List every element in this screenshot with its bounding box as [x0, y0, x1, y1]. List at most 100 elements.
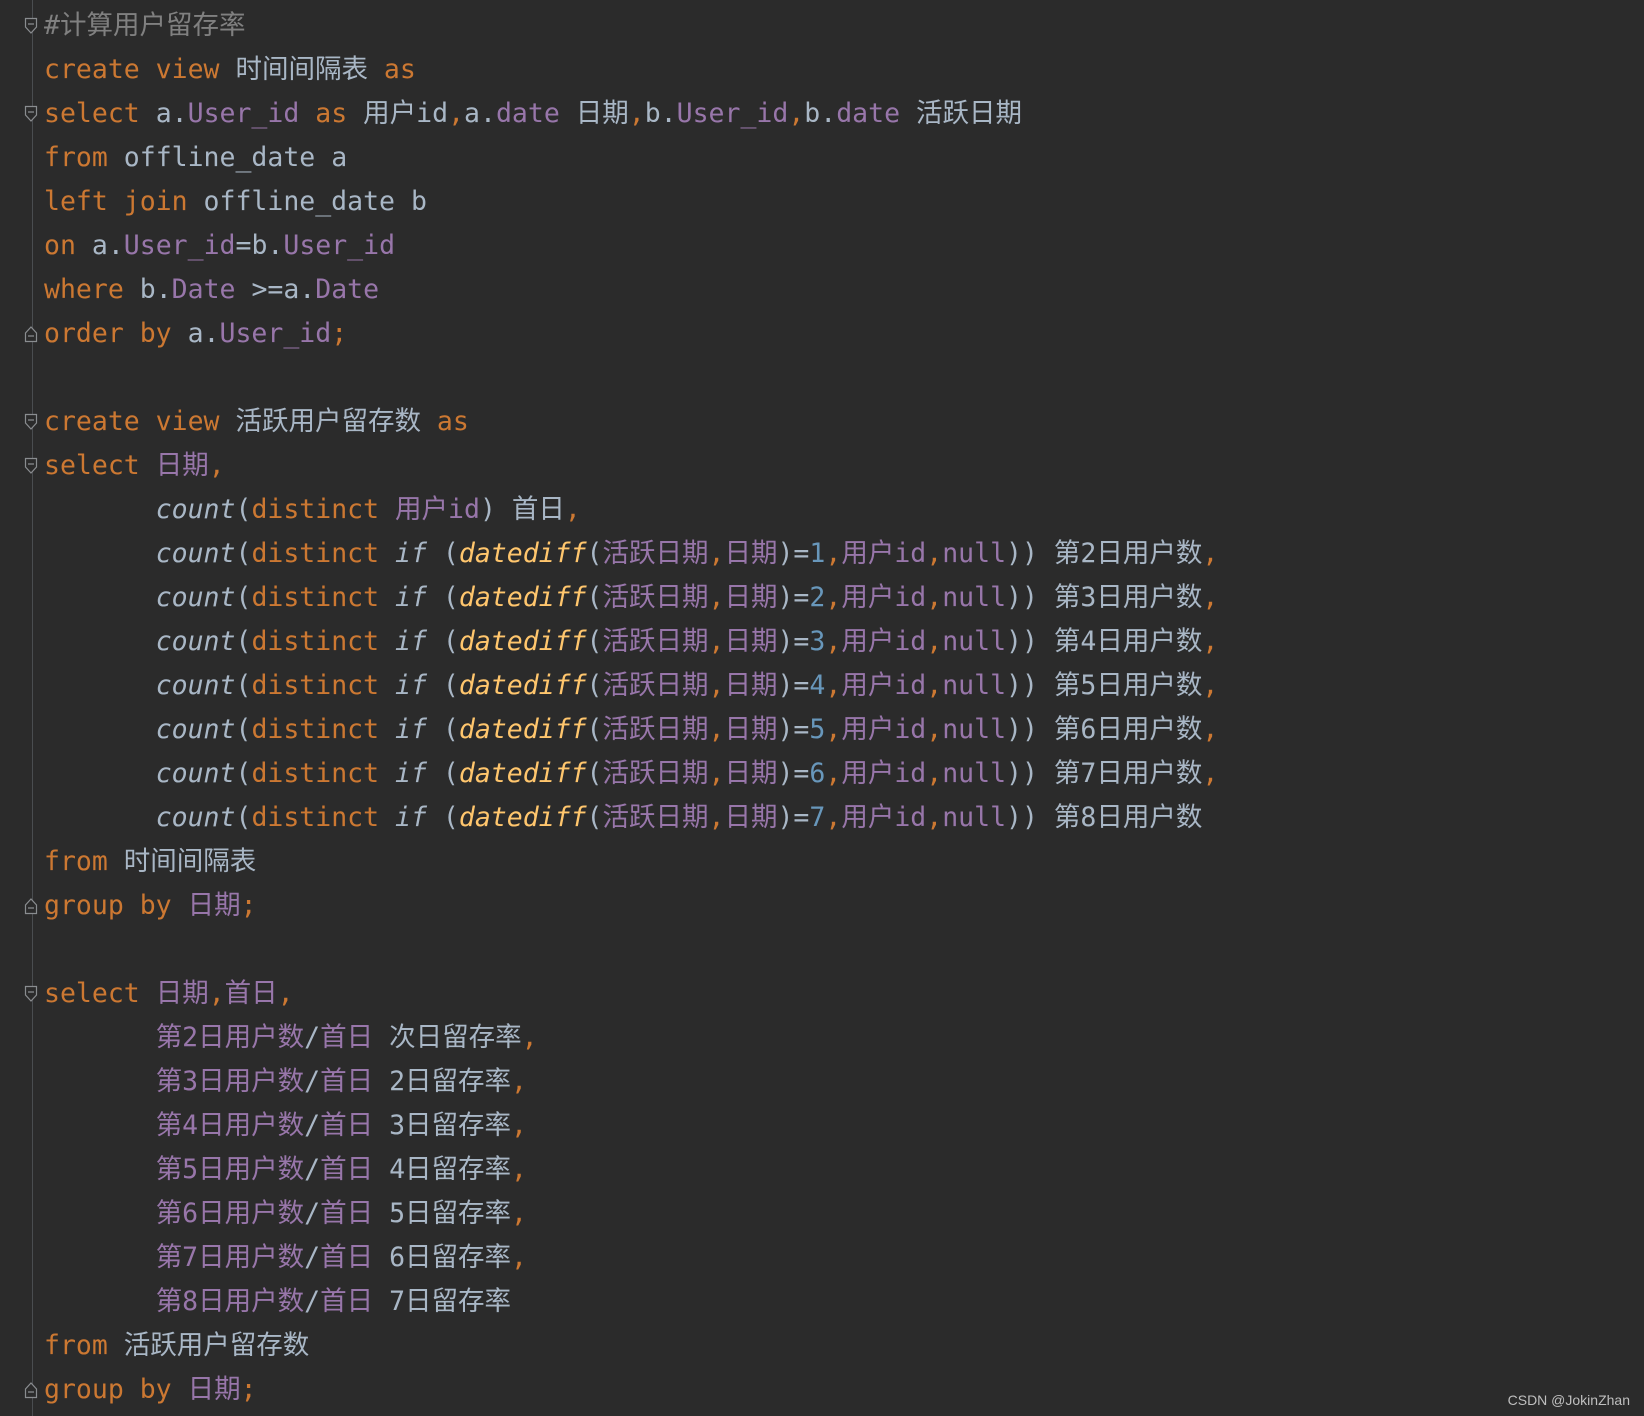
code-token: 日期	[187, 1374, 241, 1405]
code-token: 用户id	[841, 538, 927, 569]
code-token: User_id	[676, 98, 789, 129]
code-line[interactable]: order by a.User_id;	[44, 312, 1644, 356]
editor-gutter	[0, 0, 44, 1416]
code-token: distinct	[251, 626, 380, 657]
code-line[interactable]: 第4日用户数/首日 3日留存率,	[44, 1104, 1644, 1148]
code-token: as	[383, 54, 416, 85]
code-line[interactable]: count(distinct if (datediff(活跃日期,日期)=5,用…	[44, 708, 1644, 752]
fold-open-icon[interactable]	[24, 17, 38, 35]
code-token: ,	[511, 1242, 528, 1273]
code-token: as	[315, 98, 348, 129]
code-token: 首日	[320, 1286, 374, 1317]
code-token: )=	[777, 582, 810, 613]
code-token: if	[395, 670, 427, 701]
code-token: ,	[208, 450, 225, 481]
code-token: ,	[511, 1110, 528, 1141]
code-token: )=	[777, 538, 810, 569]
code-line[interactable]: where b.Date >=a.Date	[44, 268, 1644, 312]
code-token: ,	[1202, 538, 1219, 569]
code-token: 次日留存率	[373, 1022, 522, 1053]
code-line[interactable]: count(distinct if (datediff(活跃日期,日期)=4,用…	[44, 664, 1644, 708]
code-line[interactable]: left join offline_date b	[44, 180, 1644, 224]
code-line[interactable]: 第7日用户数/首日 6日留存率,	[44, 1236, 1644, 1280]
code-line[interactable]: count(distinct if (datediff(活跃日期,日期)=1,用…	[44, 532, 1644, 576]
code-line[interactable]: count(distinct if (datediff(活跃日期,日期)=7,用…	[44, 796, 1644, 840]
code-line[interactable]: #计算用户留存率	[44, 4, 1644, 48]
code-token: User_id	[123, 230, 236, 261]
fold-close-icon[interactable]	[24, 897, 38, 915]
code-token: select	[44, 978, 140, 1009]
code-line[interactable]: count(distinct if (datediff(活跃日期,日期)=3,用…	[44, 620, 1644, 664]
code-line[interactable]: 第2日用户数/首日 次日留存率,	[44, 1016, 1644, 1060]
code-token: if	[395, 538, 427, 569]
code-token: ,	[825, 582, 842, 613]
code-token: 日期	[724, 582, 778, 613]
code-token: 活跃日期	[602, 670, 709, 701]
code-line[interactable]: ​	[44, 356, 1644, 400]
code-token: if	[395, 802, 427, 833]
code-token: 日期	[155, 450, 209, 481]
code-line[interactable]: group by 日期;	[44, 1368, 1644, 1412]
code-token: count	[155, 802, 236, 833]
code-line[interactable]: 第3日用户数/首日 2日留存率,	[44, 1060, 1644, 1104]
code-editor[interactable]: #计算用户留存率 create view 时间间隔表 as select a. Use…	[0, 0, 1644, 1416]
code-token: order by	[44, 318, 172, 349]
code-token: as	[436, 406, 469, 437]
fold-close-icon[interactable]	[24, 1381, 38, 1399]
code-token: null	[942, 582, 1007, 613]
code-area[interactable]: #计算用户留存率 create view 时间间隔表 as select a. Use…	[44, 4, 1644, 1412]
code-token: (	[586, 758, 603, 789]
code-token: 第4日用户数	[155, 1110, 305, 1141]
code-token: from	[44, 846, 108, 877]
code-line[interactable]: count(distinct if (datediff(活跃日期,日期)=2,用…	[44, 576, 1644, 620]
code-line[interactable]: ​	[44, 928, 1644, 972]
code-line[interactable]: select a.User_id as 用户id,a.date 日期,b.Use…	[44, 92, 1644, 136]
code-token: create view	[44, 406, 220, 437]
code-token: 首日	[320, 1242, 374, 1273]
code-token: select	[44, 450, 140, 481]
fold-close-icon[interactable]	[24, 325, 38, 343]
code-token: ,	[926, 758, 943, 789]
code-token: 首日	[320, 1110, 374, 1141]
code-line[interactable]: select 日期,首日,	[44, 972, 1644, 1016]
code-token: ,	[1202, 626, 1219, 657]
code-token: ,	[926, 538, 943, 569]
code-line[interactable]: 第5日用户数/首日 4日留存率,	[44, 1148, 1644, 1192]
code-token: 用户id	[841, 802, 927, 833]
code-token: 用户id	[347, 98, 449, 129]
code-token: null	[942, 538, 1007, 569]
code-token: ,	[448, 98, 465, 129]
code-token: datediff	[458, 626, 587, 657]
code-token: ,	[708, 538, 725, 569]
code-token: 活跃用户留存数	[107, 1330, 310, 1361]
code-token: 日期	[724, 802, 778, 833]
code-line[interactable]: count(distinct if (datediff(活跃日期,日期)=6,用…	[44, 752, 1644, 796]
code-token: a.	[139, 98, 188, 129]
code-line[interactable]: group by 日期;	[44, 884, 1644, 928]
code-token: 日期	[724, 714, 778, 745]
code-line[interactable]: create view 活跃用户留存数 as	[44, 400, 1644, 444]
fold-open-icon[interactable]	[24, 457, 38, 475]
code-line[interactable]: from offline_date a	[44, 136, 1644, 180]
code-token: (	[235, 758, 252, 789]
fold-open-icon[interactable]	[24, 985, 38, 1003]
fold-open-icon[interactable]	[24, 105, 38, 123]
code-line[interactable]: 第8日用户数/首日 7日留存率	[44, 1280, 1644, 1324]
code-line[interactable]: count(distinct 用户id) 首日,	[44, 488, 1644, 532]
code-token: (	[586, 582, 603, 613]
code-line[interactable]: on a.User_id=b.User_id	[44, 224, 1644, 268]
code-token: (	[586, 714, 603, 745]
code-token: from	[44, 1330, 108, 1361]
code-line[interactable]: 第6日用户数/首日 5日留存率,	[44, 1192, 1644, 1236]
code-line[interactable]: select 日期,	[44, 444, 1644, 488]
code-token: )) 第3日用户数	[1006, 582, 1203, 613]
code-line[interactable]: create view 时间间隔表 as	[44, 48, 1644, 92]
code-token: >=a.	[235, 274, 316, 305]
code-line[interactable]: from 活跃用户留存数	[44, 1324, 1644, 1368]
code-line[interactable]: from 时间间隔表	[44, 840, 1644, 884]
fold-open-icon[interactable]	[24, 413, 38, 431]
